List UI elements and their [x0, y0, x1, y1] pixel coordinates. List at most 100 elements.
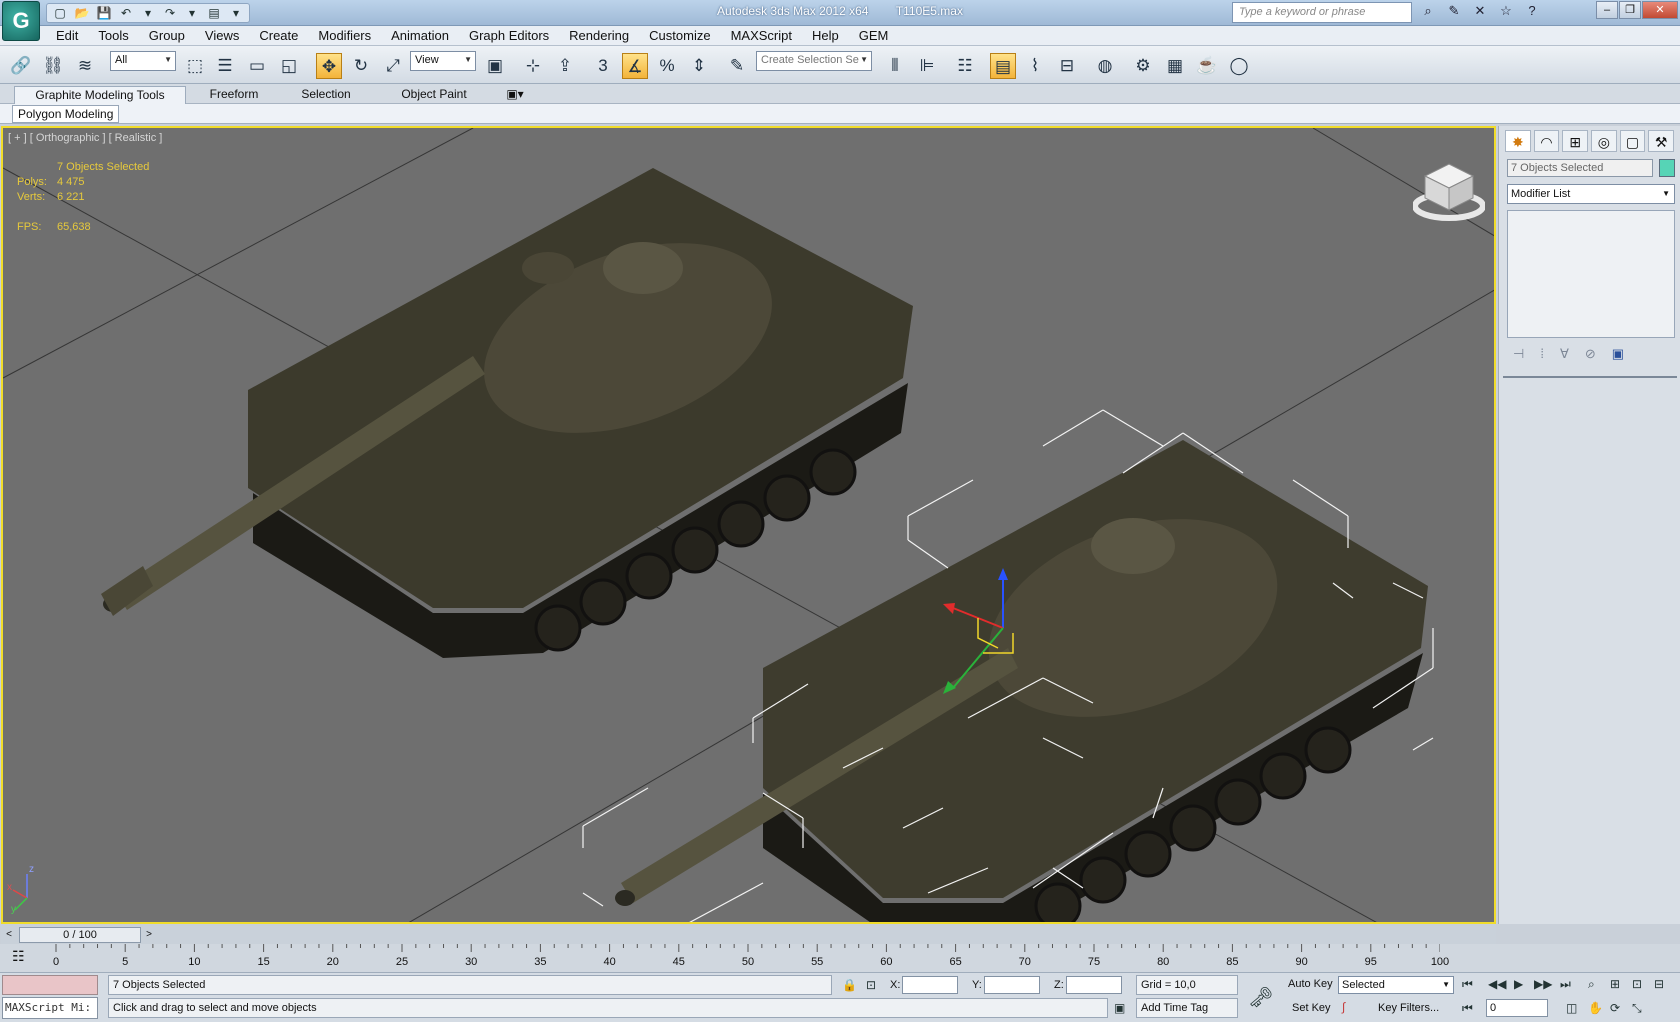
display-tab-icon[interactable]: ▢	[1619, 130, 1646, 152]
trackbar[interactable]: ☷ 0 5 10 15 20 25 30 35 40 45 50 55 60 65 70 75 80 85 90 95…	[0, 944, 1680, 972]
make-unique-icon[interactable]: ∀	[1560, 346, 1569, 362]
selection-filter-dropdown[interactable]: All	[110, 51, 176, 71]
pivot-center-icon[interactable]: ▣	[482, 53, 508, 79]
time-tag-icon[interactable]: ▣	[1114, 1001, 1125, 1015]
modify-tab-icon[interactable]: ◠	[1533, 130, 1560, 152]
maxscript-mini-listener[interactable]: MAXScript Mi:	[2, 997, 98, 1019]
hierarchy-tab-icon[interactable]: ⊞	[1562, 130, 1589, 152]
close-button[interactable]: ✕	[1642, 1, 1678, 19]
configure-modifier-sets-icon[interactable]: ▣	[1612, 346, 1624, 362]
undo-icon[interactable]: ↶	[117, 5, 135, 21]
rendered-frame-window-icon[interactable]: ▦	[1162, 53, 1188, 79]
menu-animation[interactable]: Animation	[381, 28, 459, 44]
graphite-toggle-icon[interactable]: ▤	[990, 53, 1016, 79]
menu-graph-editors[interactable]: Graph Editors	[459, 28, 559, 44]
link-icon[interactable]: 🔗	[8, 53, 34, 79]
reference-coordinate-dropdown[interactable]: View	[410, 51, 476, 71]
angle-snap-icon[interactable]: ∡	[622, 53, 648, 79]
time-slider-thumb[interactable]: 0 / 100	[19, 927, 141, 943]
auto-key-button[interactable]: Auto Key	[1284, 975, 1337, 993]
key-mode-toggle-icon[interactable]: ⏮	[1462, 1001, 1473, 1016]
select-and-move-icon[interactable]: ✥	[316, 53, 342, 79]
z-coord-input[interactable]	[1066, 976, 1122, 994]
menu-maxscript[interactable]: MAXScript	[721, 28, 802, 44]
orbit-icon[interactable]: ⟳	[1610, 1001, 1620, 1015]
select-and-rotate-icon[interactable]: ↻	[348, 53, 374, 79]
menu-create[interactable]: Create	[249, 28, 308, 44]
qat-customize-icon[interactable]: ▾	[227, 5, 245, 21]
communication-icon[interactable]: ✕	[1470, 3, 1490, 21]
redo-icon[interactable]: ↷	[161, 5, 179, 21]
pan-view-icon[interactable]: ✋	[1588, 1001, 1603, 1015]
pin-stack-icon[interactable]: ⊣	[1513, 346, 1524, 362]
save-icon[interactable]: 💾	[95, 5, 113, 21]
render-setup-icon[interactable]: ⚙	[1130, 53, 1156, 79]
select-object-icon[interactable]: ⬚	[182, 53, 208, 79]
current-frame-input[interactable]: 0	[1486, 999, 1548, 1017]
edit-named-selection-icon[interactable]: ✎	[724, 53, 750, 79]
remove-modifier-icon[interactable]: ⊘	[1585, 346, 1596, 362]
menu-group[interactable]: Group	[139, 28, 195, 44]
key-filters-button[interactable]: Key Filters...	[1374, 999, 1443, 1017]
layer-manager-icon[interactable]: ☷	[952, 53, 978, 79]
minimize-button[interactable]: –	[1596, 1, 1618, 19]
tab-freeform[interactable]: Freeform	[196, 86, 272, 104]
selection-lock-icon[interactable]: 🔒	[842, 978, 857, 992]
object-color-swatch[interactable]	[1659, 159, 1675, 177]
bind-space-warp-icon[interactable]: ≋	[72, 53, 98, 79]
motion-tab-icon[interactable]: ◎	[1591, 130, 1617, 152]
modifier-stack[interactable]	[1507, 210, 1675, 338]
window-crossing-icon[interactable]: ◱	[276, 53, 302, 79]
percent-snap-icon[interactable]: %	[654, 53, 680, 79]
subscription-icon[interactable]: ✎	[1444, 3, 1464, 21]
keyboard-shortcut-override-icon[interactable]: ⇪	[552, 53, 578, 79]
go-to-start-icon[interactable]: ⏮	[1462, 977, 1473, 992]
y-coord-input[interactable]	[984, 976, 1040, 994]
redo-dropdown-icon[interactable]: ▾	[183, 5, 201, 21]
zoom-extents-all-icon[interactable]: ⊟	[1654, 977, 1664, 991]
absolute-relative-toggle-icon[interactable]: ⊡	[866, 978, 876, 992]
project-folder-icon[interactable]: ▤	[205, 5, 223, 21]
mirror-icon[interactable]: ⫴	[882, 53, 908, 79]
rectangular-selection-icon[interactable]: ▭	[244, 53, 270, 79]
set-keys-key-icon[interactable]: 🗝	[1248, 985, 1273, 1010]
zoom-icon[interactable]: ⌕	[1588, 977, 1595, 992]
select-and-manipulate-icon[interactable]: ⊹	[520, 53, 546, 79]
menu-rendering[interactable]: Rendering	[559, 28, 639, 44]
select-by-name-icon[interactable]: ☰	[212, 53, 238, 79]
menu-gem[interactable]: GEM	[849, 28, 899, 44]
viewcube[interactable]	[1413, 160, 1485, 222]
maximize-viewport-icon[interactable]: ⤡	[1632, 1001, 1642, 1016]
maxscript-listener-output[interactable]	[2, 975, 98, 995]
unlink-icon[interactable]: ⛓	[40, 53, 66, 79]
new-file-icon[interactable]: ▢	[51, 5, 69, 21]
previous-frame-icon[interactable]: ◀◀	[1488, 977, 1506, 991]
key-tangent-icon[interactable]: ∫	[1342, 1000, 1345, 1014]
menu-edit[interactable]: Edit	[46, 28, 88, 44]
favorites-star-icon[interactable]: ☆	[1496, 3, 1516, 21]
zoom-extents-icon[interactable]: ⊡	[1632, 977, 1642, 991]
select-and-scale-icon[interactable]: ⤢	[380, 53, 406, 79]
key-selection-dropdown[interactable]: Selected	[1338, 976, 1454, 994]
add-time-tag-button[interactable]: Add Time Tag	[1136, 998, 1238, 1018]
modifier-list-dropdown[interactable]: Modifier List	[1507, 184, 1675, 204]
menu-help[interactable]: Help	[802, 28, 849, 44]
menu-modifiers[interactable]: Modifiers	[308, 28, 381, 44]
show-end-result-icon[interactable]: ⁞	[1540, 346, 1544, 362]
named-selection-sets-input[interactable]: Create Selection Se	[756, 51, 872, 71]
x-coord-input[interactable]	[902, 976, 958, 994]
utilities-tab-icon[interactable]: ⚒	[1648, 130, 1675, 152]
perspective-viewport[interactable]: z x y [ + ] [ Orthographic ] [ Realistic…	[1, 126, 1496, 924]
time-slider-prev-icon[interactable]: <	[1, 928, 17, 942]
viewport-label[interactable]: [ + ] [ Orthographic ] [ Realistic ]	[8, 132, 162, 144]
render-production-icon[interactable]: ☕	[1194, 53, 1220, 79]
polygon-modeling-button[interactable]: Polygon Modeling	[12, 105, 120, 123]
object-name-field[interactable]: 7 Objects Selected	[1507, 159, 1653, 177]
search-input[interactable]: Type a keyword or phrase	[1232, 2, 1412, 23]
app-logo-button[interactable]: G	[2, 1, 40, 41]
help-icon[interactable]: ?	[1522, 3, 1542, 21]
binoculars-icon[interactable]: ⌕	[1418, 3, 1438, 21]
render-iterative-icon[interactable]: ◯	[1226, 53, 1252, 79]
tab-graphite-modeling-tools[interactable]: Graphite Modeling Tools	[14, 86, 186, 104]
material-editor-icon[interactable]: ◍	[1092, 53, 1118, 79]
